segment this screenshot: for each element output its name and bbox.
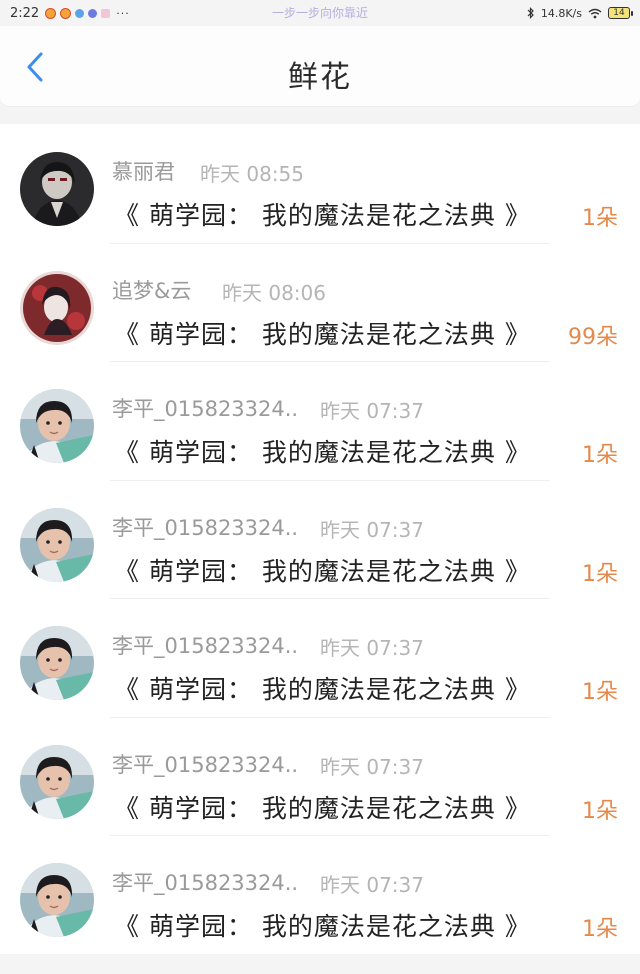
flower-count: 1朵 bbox=[582, 206, 618, 231]
app-icon bbox=[101, 8, 111, 18]
list-item[interactable]: 李平_015823324.. 昨天 07:37 《 萌学园： 我的魔法是花之法典… bbox=[0, 716, 640, 835]
avatar[interactable] bbox=[20, 389, 94, 463]
gift-time: 昨天 07:37 bbox=[320, 399, 424, 423]
red-portrait-avatar-icon bbox=[20, 270, 94, 345]
wifi-icon bbox=[588, 8, 602, 18]
flower-count: 1朵 bbox=[582, 443, 618, 468]
sender-name: 李平_015823324.. bbox=[112, 752, 299, 777]
divider bbox=[110, 479, 550, 481]
sender-name: 李平_015823324.. bbox=[112, 871, 299, 895]
gift-time: 昨天 07:37 bbox=[320, 636, 424, 660]
sender-name: 李平_015823324.. bbox=[112, 515, 299, 540]
book-title: 《 萌学园： 我的魔法是花之法典 》 bbox=[114, 319, 531, 349]
list-item[interactable]: 追梦&云 昨天 08:06 《 萌学园： 我的魔法是花之法典 》 99朵 bbox=[0, 242, 640, 361]
flower-count: 1朵 bbox=[582, 798, 618, 824]
book-title: 《 萌学园： 我的魔法是花之法典 》 bbox=[114, 912, 531, 941]
girl-photo-avatar-icon bbox=[20, 389, 94, 463]
book-title: 《 萌学园： 我的魔法是花之法典 》 bbox=[114, 438, 531, 467]
app-icon bbox=[75, 8, 85, 18]
book-title: 《 萌学园： 我的魔法是花之法典 》 bbox=[114, 201, 531, 230]
avatar[interactable] bbox=[20, 270, 94, 345]
bluetooth-icon bbox=[527, 7, 534, 19]
list-item[interactable]: 李平_015823324.. 昨天 07:37 《 萌学园： 我的魔法是花之法典… bbox=[0, 598, 640, 717]
gift-time: 昨天 08:55 bbox=[200, 162, 304, 186]
list-item[interactable]: 李平_015823324.. 昨天 07:37 《 萌学园： 我的魔法是花之法典… bbox=[0, 479, 640, 598]
sender-name: 李平_015823324.. bbox=[112, 634, 299, 658]
list-item[interactable]: 慕丽君 昨天 08:55 《 萌学园： 我的魔法是花之法典 》 1朵 bbox=[0, 124, 640, 243]
girl-photo-avatar-icon bbox=[20, 863, 94, 937]
avatar[interactable] bbox=[20, 863, 94, 937]
status-bar: 2:22 ··· 一步一步向你靠近 14.8K/s 14 bbox=[0, 0, 640, 26]
flower-count: 1朵 bbox=[582, 680, 618, 705]
gift-time: 昨天 07:37 bbox=[320, 754, 424, 779]
avatar[interactable] bbox=[20, 626, 94, 700]
divider bbox=[110, 598, 550, 599]
gift-time: 昨天 08:06 bbox=[222, 280, 326, 305]
more-notifications-icon: ··· bbox=[116, 6, 130, 20]
nav-bar: 鲜花 bbox=[0, 26, 640, 107]
page-title: 鲜花 bbox=[288, 60, 352, 95]
list-item[interactable]: 李平_015823324.. 昨天 07:37 《 萌学园： 我的魔法是花之法典… bbox=[0, 361, 640, 480]
status-left: 2:22 ··· bbox=[0, 6, 130, 21]
girl-photo-avatar-icon bbox=[20, 744, 94, 819]
avatar[interactable] bbox=[20, 744, 94, 819]
book-title: 《 萌学园： 我的魔法是花之法典 》 bbox=[114, 556, 531, 586]
status-time: 2:22 bbox=[10, 5, 40, 21]
divider bbox=[110, 361, 550, 362]
list-item[interactable]: 李平_015823324.. 昨天 07:37 《 萌学园： 我的魔法是花之法典… bbox=[0, 835, 640, 954]
book-title: 《 萌学园： 我的魔法是花之法典 》 bbox=[114, 675, 531, 704]
divider bbox=[110, 242, 550, 244]
flower-count: 1朵 bbox=[582, 917, 618, 942]
book-title: 《 萌学园： 我的魔法是花之法典 》 bbox=[114, 793, 531, 823]
status-right: 14.8K/s 14 bbox=[527, 7, 640, 20]
sender-name: 追梦&云 bbox=[112, 278, 192, 303]
divider bbox=[110, 716, 550, 718]
flower-count: 99朵 bbox=[568, 324, 618, 350]
sender-name: 慕丽君 bbox=[112, 160, 175, 184]
avatar[interactable] bbox=[20, 507, 94, 582]
avatar[interactable] bbox=[20, 152, 94, 226]
divider bbox=[110, 835, 550, 836]
weibo-icon bbox=[60, 7, 72, 19]
network-speed: 14.8K/s bbox=[540, 6, 582, 20]
flower-gift-list: 慕丽君 昨天 08:55 《 萌学园： 我的魔法是花之法典 》 1朵 追梦&云 … bbox=[0, 124, 640, 954]
girl-photo-avatar-icon bbox=[20, 626, 94, 700]
app-icon bbox=[88, 8, 98, 18]
battery-level: 14 bbox=[613, 8, 625, 18]
gift-time: 昨天 07:37 bbox=[320, 517, 424, 542]
flower-count: 1朵 bbox=[582, 561, 618, 587]
sender-name: 李平_015823324.. bbox=[112, 397, 299, 421]
battery-icon: 14 bbox=[608, 7, 633, 19]
girl-photo-avatar-icon bbox=[20, 507, 94, 582]
gift-time: 昨天 07:37 bbox=[320, 873, 424, 897]
weibo-icon bbox=[45, 7, 57, 19]
dark-portrait-avatar-icon bbox=[20, 152, 94, 226]
